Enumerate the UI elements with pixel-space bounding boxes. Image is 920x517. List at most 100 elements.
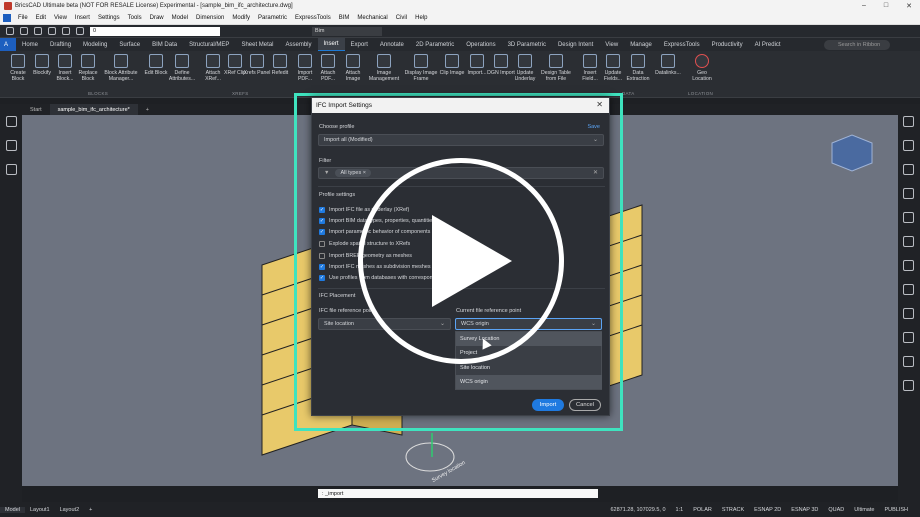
tab-expresstools[interactable]: ExpressTools [658, 38, 706, 52]
menu-modify[interactable]: Modify [228, 15, 254, 21]
checkbox-checked[interactable]: ✓ [319, 207, 325, 213]
checkbox-checked[interactable]: ✓ [319, 275, 325, 281]
cloud-icon[interactable] [903, 380, 914, 391]
layer-combo[interactable]: 0 [90, 26, 220, 36]
close-icon[interactable]: ✕ [906, 2, 912, 10]
app-menu-icon[interactable] [3, 14, 11, 22]
tab-ai-predict[interactable]: AI Predict [749, 38, 787, 52]
dialog-close-icon[interactable]: ✕ [596, 100, 603, 109]
menu-file[interactable]: File [14, 15, 32, 21]
toggle-quad[interactable]: QUAD [826, 507, 846, 513]
tab-layout2[interactable]: Layout2 [55, 507, 85, 513]
undo-icon[interactable] [62, 27, 70, 35]
beam-icon[interactable] [903, 332, 914, 343]
minimize-icon[interactable]: – [862, 2, 866, 10]
menu-model[interactable]: Model [168, 15, 192, 21]
properties-icon[interactable] [903, 116, 914, 127]
menu-dimension[interactable]: Dimension [192, 15, 228, 21]
design-table-button[interactable]: Design Table from File [537, 54, 575, 90]
tab-insert[interactable]: Insert [317, 37, 345, 52]
menu-edit[interactable]: Edit [32, 15, 50, 21]
dropdown-option-site-location[interactable]: Site location [456, 361, 602, 375]
print-icon[interactable] [48, 27, 56, 35]
menu-help[interactable]: Help [411, 15, 431, 21]
checkbox-checked[interactable]: ✓ [319, 229, 325, 235]
command-line-input[interactable]: : _import [318, 489, 598, 498]
data-extraction-button[interactable]: Data Extraction [624, 54, 652, 90]
toggle-polar[interactable]: POLAR [691, 507, 714, 513]
replace-block-button[interactable]: Replace Block [74, 54, 102, 90]
table-icon[interactable] [903, 212, 914, 223]
geo-location-button[interactable]: Geo Location [688, 54, 716, 90]
clip-image-button[interactable]: Clip Image [438, 54, 466, 90]
menu-expresstools[interactable]: ExpressTools [291, 15, 335, 21]
cancel-button[interactable]: Cancel [569, 399, 601, 411]
tab-annotate[interactable]: Annotate [374, 38, 410, 52]
clear-filter-icon[interactable]: ✕ [593, 169, 598, 176]
menu-view[interactable]: View [50, 15, 71, 21]
toggle-esnap-2d[interactable]: ESNAP 2D [752, 507, 783, 513]
workspace-selector[interactable]: Ultimate [852, 507, 876, 513]
tab-drawing[interactable]: sample_bim_ifc_architecture* [49, 104, 138, 115]
dropdown-option-wcs-origin[interactable]: WCS origin [456, 375, 602, 389]
update-fields-button[interactable]: Update Fields... [599, 54, 627, 90]
attach-pdf-button[interactable]: Attach PDF... [314, 54, 342, 90]
tab-3d-parametric[interactable]: 3D Parametric [502, 38, 552, 52]
view-cube[interactable] [831, 134, 873, 172]
checkbox-unchecked[interactable] [319, 241, 325, 247]
library-icon[interactable] [903, 308, 914, 319]
tab-start[interactable]: Start [22, 104, 50, 115]
tab-view[interactable]: View [599, 38, 624, 52]
import-button[interactable]: Import [532, 399, 564, 411]
menu-civil[interactable]: Civil [392, 15, 411, 21]
scale-readout[interactable]: 1:1 [674, 507, 686, 513]
menu-settings[interactable]: Settings [94, 15, 124, 21]
refedit-button[interactable]: Refedit [266, 54, 294, 90]
menu-mechanical[interactable]: Mechanical [353, 15, 391, 21]
attach-icon[interactable] [903, 188, 914, 199]
menu-bim[interactable]: BIM [335, 15, 354, 21]
checkbox-checked[interactable]: ✓ [319, 264, 325, 270]
tab-surface[interactable]: Surface [113, 38, 146, 52]
define-attributes-button[interactable]: Define Attributes... [166, 54, 198, 90]
tab-assembly[interactable]: Assembly [279, 38, 317, 52]
update-underlay-button[interactable]: Update Underlay [511, 54, 539, 90]
tab-manage[interactable]: Manage [624, 38, 658, 52]
tab-modeling[interactable]: Modeling [77, 38, 113, 52]
tab-model[interactable]: Model [0, 506, 25, 513]
open-icon[interactable] [20, 27, 28, 35]
datalinks-button[interactable]: Datalinks... [652, 54, 684, 90]
3d-box-icon[interactable] [6, 164, 17, 175]
checkbox-unchecked[interactable] [319, 253, 325, 259]
tab-drafting[interactable]: Drafting [44, 38, 77, 52]
maximize-icon[interactable]: □ [884, 2, 888, 10]
menu-parametric[interactable]: Parametric [254, 15, 291, 21]
tab-bim-data[interactable]: BIM Data [146, 38, 183, 52]
publish-button[interactable]: PUBLISH [882, 507, 910, 513]
redo-icon[interactable] [76, 27, 84, 35]
menu-insert[interactable]: Insert [71, 15, 94, 21]
tab-export[interactable]: Export [345, 38, 374, 52]
tab-sheet-metal[interactable]: Sheet Metal [235, 38, 279, 52]
image-management-button[interactable]: Image Management [364, 54, 404, 90]
menu-tools[interactable]: Tools [124, 15, 146, 21]
filter-chip[interactable]: All types × [335, 169, 371, 177]
attribute-manager-button[interactable]: Block Attribute Manager... [100, 54, 142, 90]
new-icon[interactable] [6, 27, 14, 35]
workspace-combo[interactable]: Bim [312, 26, 382, 36]
menu-draw[interactable]: Draw [146, 15, 168, 21]
chart-icon[interactable] [903, 356, 914, 367]
tab-design-intent[interactable]: Design Intent [552, 38, 599, 52]
structure-icon[interactable] [6, 140, 17, 151]
new-tab-button[interactable]: + [138, 104, 157, 115]
tab-layout1[interactable]: Layout1 [25, 507, 55, 513]
app-button-icon[interactable]: A [0, 37, 16, 52]
add-layout-button[interactable]: + [84, 507, 97, 513]
checkbox-checked[interactable]: ✓ [319, 218, 325, 224]
profile-select[interactable]: Import all (Modified) ⌄ [318, 134, 604, 146]
image-frame-button[interactable]: Display Image Frame [404, 54, 438, 90]
layers-icon[interactable] [903, 140, 914, 151]
save-profile-link[interactable]: Save [587, 124, 600, 130]
tab-operations[interactable]: Operations [460, 38, 501, 52]
tab-structural-mep[interactable]: Structural/MEP [183, 38, 235, 52]
